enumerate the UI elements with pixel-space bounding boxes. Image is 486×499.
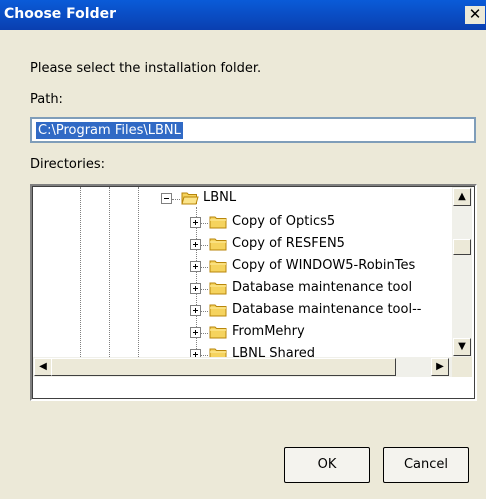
expand-icon[interactable]	[190, 283, 201, 294]
tree-node-label: Database maintenance tool--	[232, 302, 422, 317]
directory-tree[interactable]: LBNL Copy of Optics5 Copy of RESFEN5 Cop…	[30, 184, 477, 401]
path-label: Path:	[30, 92, 63, 107]
arrow-up-icon: ▲	[458, 191, 466, 202]
close-button[interactable]: ✕	[465, 6, 485, 24]
tree-node[interactable]: Copy of RESFEN5	[33, 235, 453, 257]
scroll-down-button[interactable]: ▼	[453, 338, 471, 356]
folder-open-icon	[181, 192, 199, 205]
path-input[interactable]: C:\Program Files\LBNL	[30, 117, 476, 143]
tree-connector	[201, 355, 208, 356]
tree-node-label: Copy of RESFEN5	[232, 236, 345, 251]
ok-button[interactable]: OK	[284, 447, 370, 483]
tree-node[interactable]: Copy of WINDOW5-RobinTes	[33, 257, 453, 279]
scrollbar-corner	[452, 357, 472, 377]
scroll-up-button[interactable]: ▲	[453, 188, 471, 206]
tree-node-label: FromMehry	[232, 324, 305, 339]
vertical-scrollbar[interactable]: ▲ ▼	[452, 187, 472, 357]
dialog-title: Choose Folder	[4, 6, 117, 22]
collapse-icon[interactable]	[161, 193, 172, 204]
tree-viewport: LBNL Copy of Optics5 Copy of RESFEN5 Cop…	[32, 186, 475, 399]
close-icon: ✕	[468, 5, 482, 23]
folder-icon	[209, 238, 227, 251]
expand-icon[interactable]	[190, 239, 201, 250]
folder-icon	[209, 326, 227, 339]
tree-node-label: Copy of Optics5	[232, 214, 336, 229]
tree-node[interactable]: Copy of Optics5	[33, 213, 453, 235]
arrow-down-icon: ▼	[458, 341, 466, 352]
cancel-button[interactable]: Cancel	[383, 447, 469, 483]
tree-node[interactable]: Database maintenance tool	[33, 279, 453, 301]
expand-icon[interactable]	[190, 327, 201, 338]
horizontal-scrollbar[interactable]: ◀ ▶	[33, 357, 452, 377]
tree-node-label: Copy of WINDOW5-RobinTes	[232, 258, 416, 273]
tree-connector	[201, 333, 208, 334]
folder-icon	[209, 304, 227, 317]
tree-node-label: LBNL	[203, 190, 237, 205]
instruction-text: Please select the installation folder.	[30, 61, 262, 76]
folder-icon	[209, 282, 227, 295]
tree-connector	[201, 311, 208, 312]
tree-node-lbnl[interactable]: LBNL	[33, 189, 453, 211]
tree-node-label: Database maintenance tool	[232, 280, 413, 295]
title-bar[interactable]: Choose Folder ✕	[0, 0, 486, 30]
horizontal-scroll-thumb[interactable]	[51, 358, 396, 376]
tree-connector	[201, 245, 208, 246]
tree-node[interactable]: Database maintenance tool--	[33, 301, 453, 323]
path-value: C:\Program Files\LBNL	[36, 122, 183, 139]
scroll-right-button[interactable]: ▶	[431, 358, 449, 376]
tree-connector	[172, 199, 180, 200]
scroll-left-button[interactable]: ◀	[34, 358, 52, 376]
expand-icon[interactable]	[190, 261, 201, 272]
tree-connector	[201, 289, 208, 290]
tree-connector	[201, 223, 208, 224]
arrow-left-icon: ◀	[39, 361, 47, 372]
folder-icon	[209, 216, 227, 229]
tree-connector	[201, 267, 208, 268]
expand-icon[interactable]	[190, 305, 201, 316]
choose-folder-dialog: Choose Folder ✕ Please select the instal…	[0, 0, 486, 499]
arrow-right-icon: ▶	[436, 361, 444, 372]
vertical-scroll-thumb[interactable]	[453, 239, 471, 255]
expand-icon[interactable]	[190, 217, 201, 228]
tree-node[interactable]: FromMehry	[33, 323, 453, 345]
directories-label: Directories:	[30, 157, 105, 172]
folder-icon	[209, 260, 227, 273]
